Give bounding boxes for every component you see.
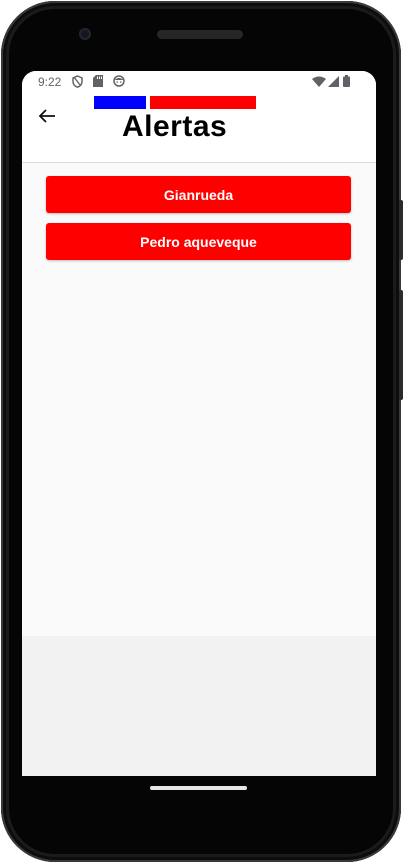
volume-button [399,290,403,400]
app-bar: Alertas [22,93,376,163]
power-button [399,200,403,260]
back-button[interactable] [34,105,60,131]
alert-button-pedro-aqueveque[interactable]: Pedro aqueveque [46,223,351,260]
wifi-icon [312,76,326,90]
flag-red-stripe [150,96,256,109]
sd-card-icon [93,75,103,90]
earpiece-speaker [157,30,243,39]
alerts-list: Gianrueda Pedro aqueveque [22,163,376,636]
battery-icon [343,75,350,90]
signal-icon [328,76,339,90]
front-camera [79,28,91,40]
alert-button-gianrueda[interactable]: Gianrueda [46,176,351,213]
bottom-area [22,636,376,776]
page-title: Alertas [122,110,228,143]
home-indicator[interactable] [150,786,247,790]
status-bar: 9:22 [22,71,376,93]
flag-blue-stripe [94,96,146,109]
screen: 9:22 Alertas Gianrueda Pedro aqueveque [22,71,376,776]
face-icon [113,75,125,90]
status-time: 9:22 [38,75,62,89]
shield-icon [72,75,83,91]
arrow-left-icon [38,108,56,129]
